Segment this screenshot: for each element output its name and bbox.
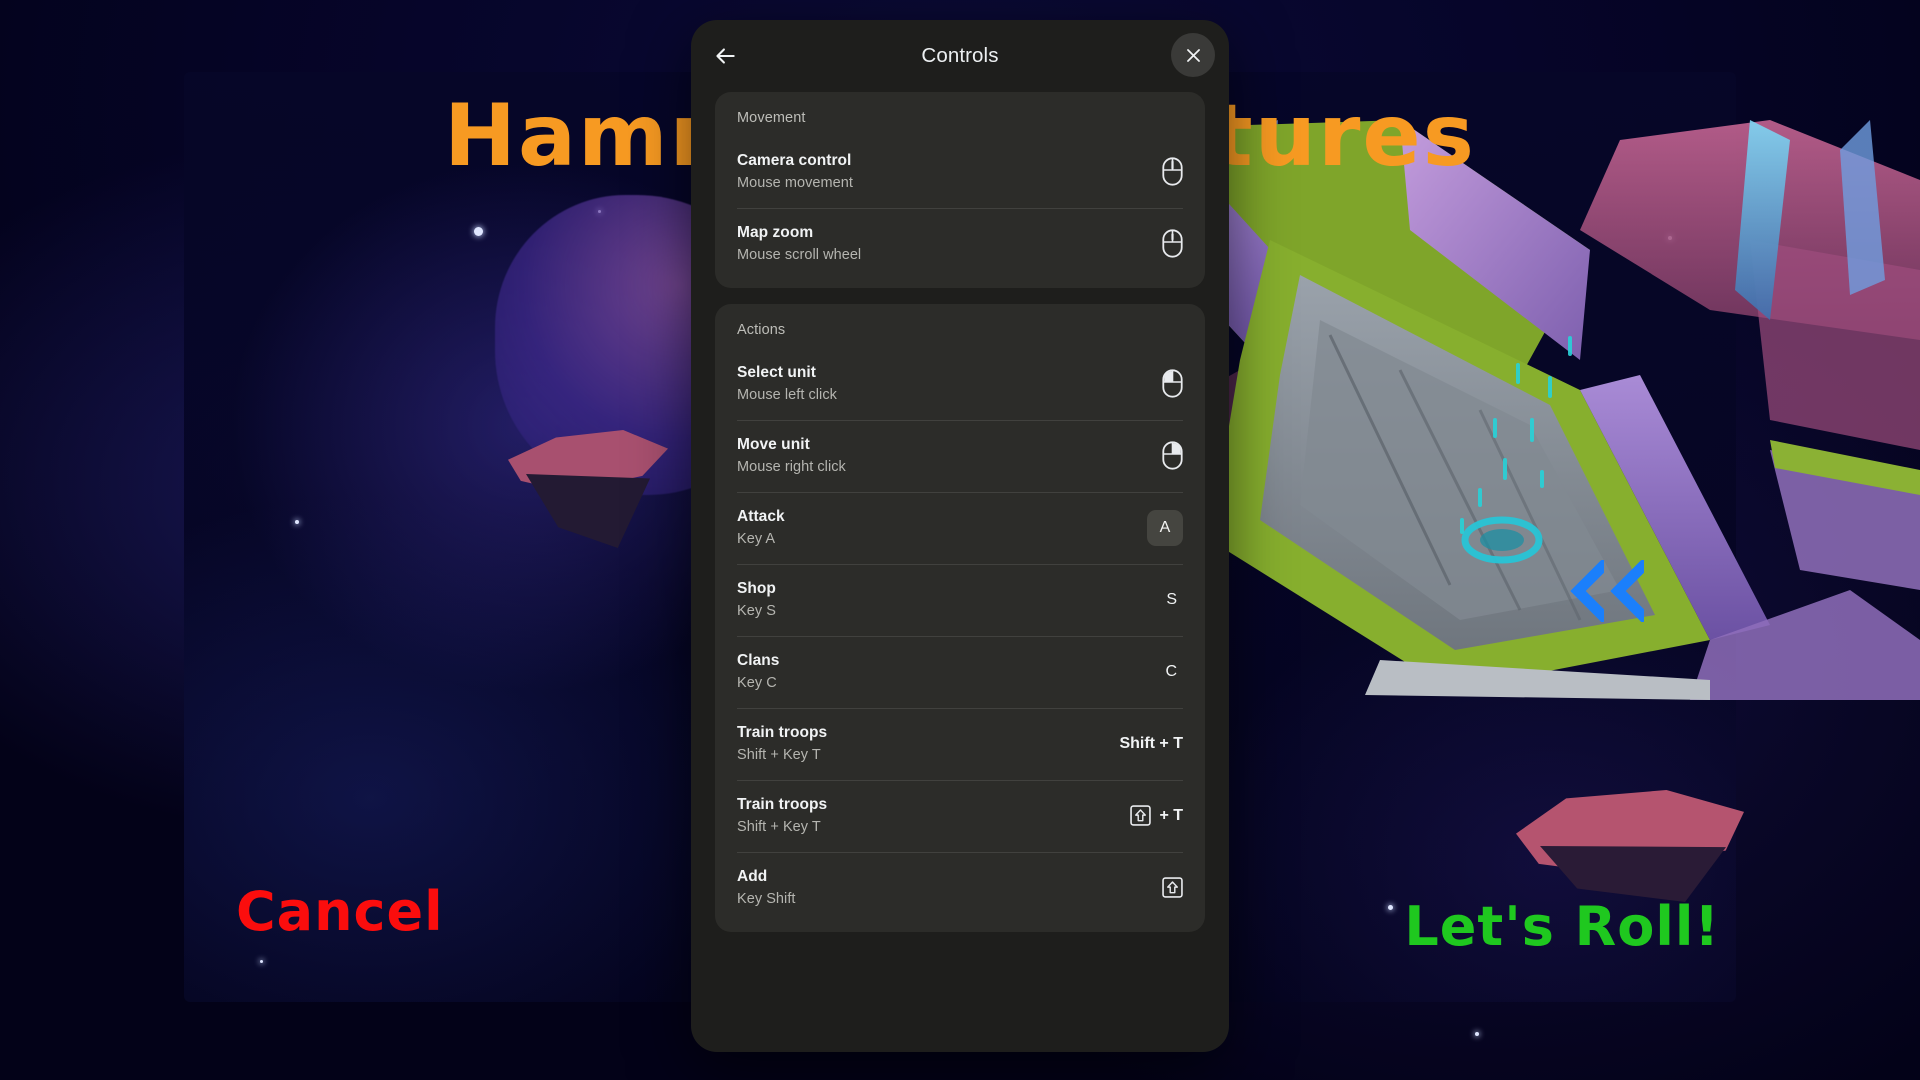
control-binding: A <box>1147 509 1183 546</box>
close-icon <box>1186 48 1200 62</box>
control-subtitle: Key A <box>737 530 776 547</box>
control-row[interactable]: Map zoom Mouse scroll wheel <box>715 208 1205 280</box>
arrow-left-icon <box>716 48 735 64</box>
control-title: Map zoom <box>737 223 814 241</box>
control-row-text: Move unit Mouse right click <box>737 435 1148 477</box>
control-binding <box>1162 229 1183 258</box>
cancel-label[interactable]: Cancel <box>236 880 444 943</box>
control-row[interactable]: Attack Key A A <box>715 492 1205 564</box>
dialog-header: Controls <box>691 20 1229 92</box>
mouse-left-click-icon <box>1162 369 1183 398</box>
star <box>474 227 483 236</box>
controls-dialog: Controls Movement Camera control Mouse mov… <box>691 20 1229 1052</box>
control-binding: + T <box>1130 805 1183 826</box>
star <box>1475 1032 1479 1036</box>
shift-key-icon <box>1162 877 1183 898</box>
control-row-text: Map zoom Mouse scroll wheel <box>737 223 1148 265</box>
control-row-text: Camera control Mouse movement <box>737 151 1148 193</box>
mouse-scroll-icon <box>1162 229 1183 258</box>
key-combo-label: Shift + T <box>1119 734 1183 752</box>
star <box>1388 905 1393 910</box>
control-row[interactable]: Add Key Shift <box>715 852 1205 924</box>
control-title: Clans <box>737 651 780 669</box>
control-subtitle: Mouse right click <box>737 458 846 475</box>
key-label: S <box>1166 590 1177 608</box>
confirm-label[interactable]: Let's Roll! <box>1404 895 1720 958</box>
close-button[interactable] <box>1171 33 1215 77</box>
control-binding <box>1162 157 1183 186</box>
dialog-title: Controls <box>921 44 999 67</box>
control-row[interactable]: Train troops Shift + Key T Shift + T <box>715 708 1205 780</box>
double-chevron-right-icon <box>1570 560 1644 622</box>
control-row[interactable]: Move unit Mouse right click <box>715 420 1205 492</box>
control-row[interactable]: Clans Key C C <box>715 636 1205 708</box>
mouse-right-click-icon <box>1162 441 1183 470</box>
control-subtitle: Mouse movement <box>737 174 853 191</box>
section-header: Movement <box>737 110 806 126</box>
control-row[interactable]: Train troops Shift + Key T + T <box>715 780 1205 852</box>
control-row-text: Train troops Shift + Key T <box>737 795 1116 837</box>
control-title: Train troops <box>737 795 828 813</box>
control-row[interactable]: Shop Key S S <box>715 564 1205 636</box>
back-button[interactable] <box>699 30 751 82</box>
control-row-text: Train troops Shift + Key T <box>737 723 1105 765</box>
control-title: Shop <box>737 579 776 597</box>
star <box>260 960 263 963</box>
section-header: Actions <box>737 322 786 338</box>
low-poly-level-art <box>1150 120 1920 700</box>
key-label: C <box>1165 662 1177 680</box>
control-title: Move unit <box>737 435 810 453</box>
key-badge[interactable]: A <box>1147 509 1183 546</box>
controls-section: Actions Select unit Mouse left click Move u… <box>715 304 1205 932</box>
control-title: Add <box>737 867 768 885</box>
control-subtitle: Mouse scroll wheel <box>737 246 862 263</box>
controls-section: Movement Camera control Mouse movement Map … <box>715 92 1205 288</box>
control-row-text: Clans Key C <box>737 651 1151 693</box>
control-subtitle: Key S <box>737 602 776 619</box>
control-binding <box>1162 441 1183 470</box>
control-title: Train troops <box>737 723 828 741</box>
shift-key-icon <box>1130 805 1152 826</box>
control-binding: C <box>1165 663 1183 681</box>
control-subtitle: Shift + Key T <box>737 746 821 763</box>
control-title: Camera control <box>737 151 852 169</box>
control-binding: Shift + T <box>1119 735 1183 753</box>
star <box>295 520 299 524</box>
control-title: Select unit <box>737 363 816 381</box>
control-row[interactable]: Camera control Mouse movement <box>715 136 1205 208</box>
control-row-text: Shop Key S <box>737 579 1152 621</box>
control-binding <box>1162 369 1183 398</box>
control-row[interactable]: Select unit Mouse left click <box>715 348 1205 420</box>
key-combo-label: + T <box>1159 806 1183 824</box>
control-binding <box>1162 877 1183 898</box>
control-subtitle: Key C <box>737 674 777 691</box>
mouse-icon <box>1162 157 1183 186</box>
control-binding: S <box>1166 591 1183 609</box>
control-row-text: Select unit Mouse left click <box>737 363 1148 405</box>
control-row-text: Add Key Shift <box>737 867 1148 909</box>
dialog-body: Movement Camera control Mouse movement Map … <box>691 92 1229 1052</box>
control-subtitle: Key Shift <box>737 890 796 907</box>
control-subtitle: Mouse left click <box>737 386 837 403</box>
control-title: Attack <box>737 507 785 525</box>
control-row-text: Attack Key A <box>737 507 1133 549</box>
control-subtitle: Shift + Key T <box>737 818 821 835</box>
